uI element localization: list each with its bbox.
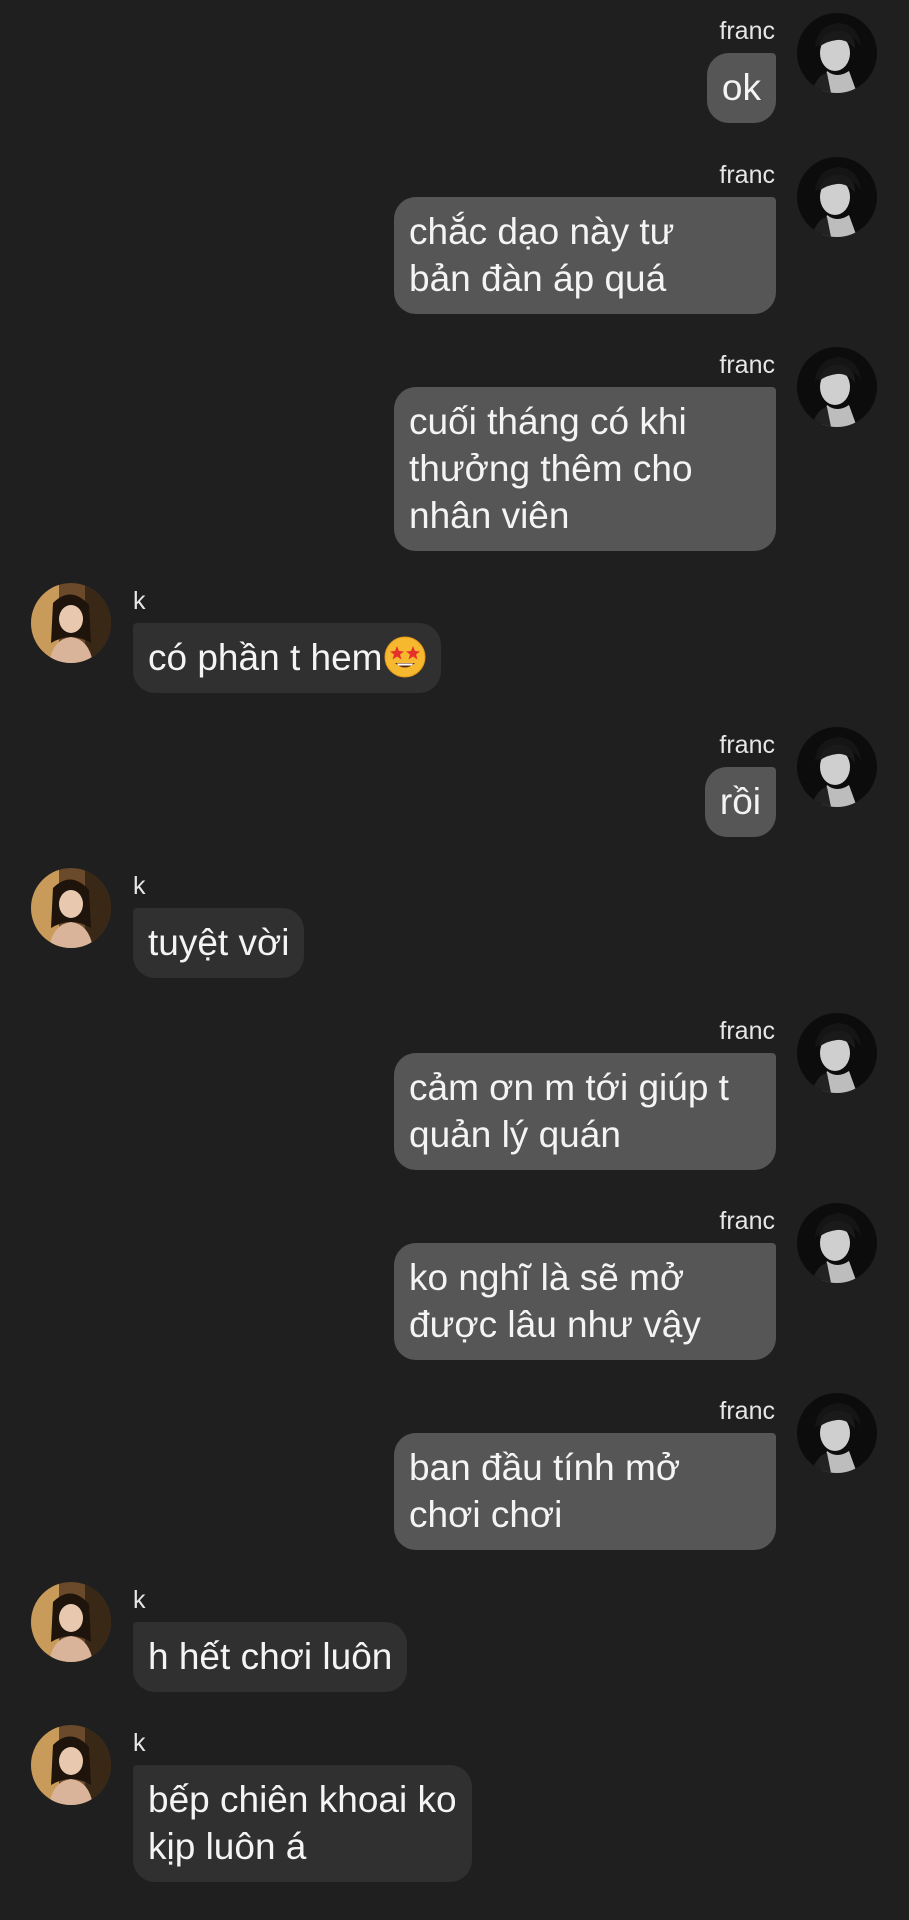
message-bubble[interactable]: rồi bbox=[704, 767, 776, 837]
avatar-k-image bbox=[31, 868, 111, 948]
avatar-franc-image bbox=[797, 157, 877, 237]
avatar-franc-image bbox=[797, 727, 877, 807]
sender-name: franc bbox=[719, 1397, 775, 1425]
chat-thread[interactable]: franc ok franc chắc dạo này tư bản đàn á… bbox=[0, 0, 909, 1920]
avatar-franc[interactable] bbox=[797, 727, 877, 807]
star-struck-emoji bbox=[384, 636, 426, 678]
avatar-franc-image bbox=[797, 347, 877, 427]
avatar-franc[interactable] bbox=[797, 1393, 877, 1473]
avatar-franc-image bbox=[797, 1393, 877, 1473]
message-bubble[interactable]: bếp chiên khoai ko kịp luôn á bbox=[133, 1765, 472, 1882]
sender-name: k bbox=[133, 1729, 146, 1757]
message-bubble[interactable]: chắc dạo này tư bản đàn áp quá bbox=[394, 197, 776, 314]
message-bubble[interactable]: ban đầu tính mở chơi chơi bbox=[394, 1433, 776, 1550]
sender-name: franc bbox=[719, 1017, 775, 1045]
message-bubble[interactable]: có phần t hem bbox=[133, 623, 442, 693]
sender-name: franc bbox=[719, 161, 775, 189]
message-text: có phần t hem bbox=[148, 637, 383, 678]
avatar-franc-image bbox=[797, 13, 877, 93]
avatar-k[interactable] bbox=[31, 583, 111, 663]
message-bubble[interactable]: cuối tháng có khi thưởng thêm cho nhân v… bbox=[394, 387, 776, 551]
avatar-franc[interactable] bbox=[797, 1203, 877, 1283]
avatar-k[interactable] bbox=[31, 868, 111, 948]
message-bubble[interactable]: ko nghĩ là sẽ mở được lâu như vậy bbox=[394, 1243, 776, 1360]
avatar-franc-image bbox=[797, 1203, 877, 1283]
avatar-k-image bbox=[31, 1582, 111, 1662]
message-bubble[interactable]: cảm ơn m tới giúp t quản lý quán bbox=[394, 1053, 776, 1170]
avatar-franc[interactable] bbox=[797, 347, 877, 427]
avatar-k-image bbox=[31, 1725, 111, 1805]
sender-name: franc bbox=[719, 351, 775, 379]
sender-name: k bbox=[133, 1586, 146, 1614]
avatar-franc[interactable] bbox=[797, 1013, 877, 1093]
avatar-k[interactable] bbox=[31, 1725, 111, 1805]
message-bubble[interactable]: h hết chơi luôn bbox=[133, 1622, 408, 1692]
sender-name: k bbox=[133, 587, 146, 615]
message-bubble[interactable]: tuyệt vời bbox=[133, 908, 305, 978]
avatar-franc[interactable] bbox=[797, 157, 877, 237]
message-bubble[interactable]: ok bbox=[706, 53, 776, 123]
avatar-franc-image bbox=[797, 1013, 877, 1093]
sender-name: franc bbox=[719, 17, 775, 45]
sender-name: franc bbox=[719, 1207, 775, 1235]
avatar-franc[interactable] bbox=[797, 13, 877, 93]
sender-name: k bbox=[133, 872, 146, 900]
sender-name: franc bbox=[719, 731, 775, 759]
avatar-k-image bbox=[31, 583, 111, 663]
avatar-k[interactable] bbox=[31, 1582, 111, 1662]
